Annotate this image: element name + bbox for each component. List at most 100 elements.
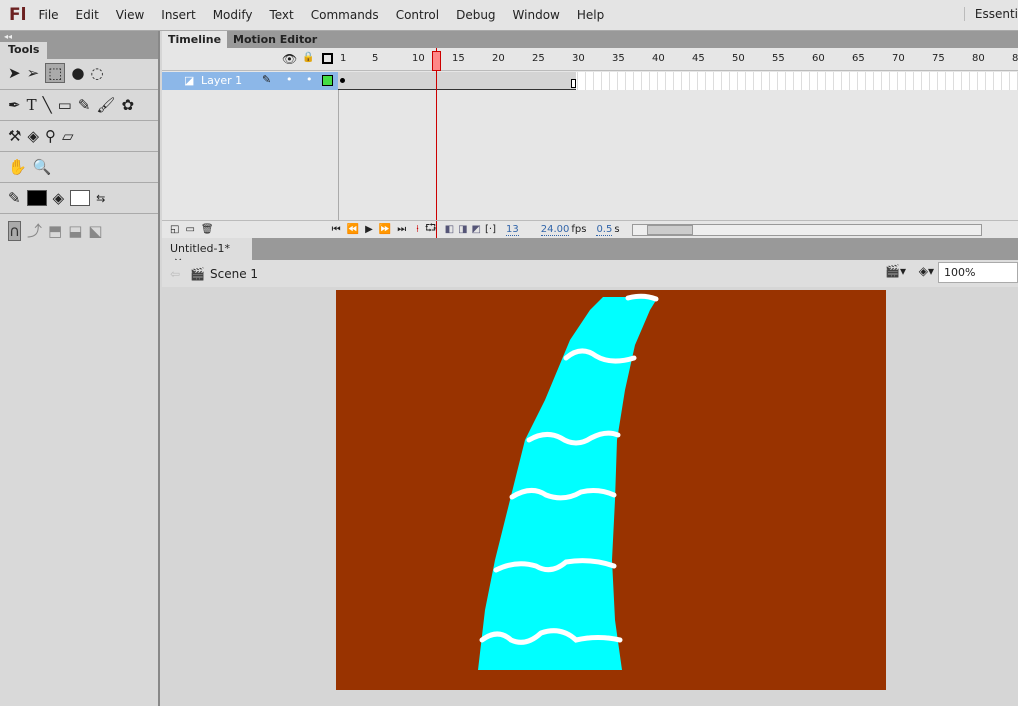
delete-layer-icon[interactable]: 🗑 [201,224,214,235]
center-frame-icon[interactable]: ⍿ [416,224,419,235]
scale-icon[interactable]: ⬕ [88,222,102,240]
time-unit: s [614,224,620,235]
lasso-tool-icon[interactable]: ◌ [90,64,103,82]
selection-tool-icon[interactable]: ➤ [8,64,21,82]
play-icon[interactable]: ▶ [365,224,373,235]
elapsed-time[interactable]: 0.5 [596,224,613,236]
lock-icon[interactable]: 🔒 [302,52,314,63]
menu-help[interactable]: Help [577,8,604,22]
deco-tool-icon[interactable]: ✿ [121,96,134,114]
tab-timeline[interactable]: Timeline [162,31,228,48]
menu-control[interactable]: Control [396,8,439,22]
new-layer-icon[interactable]: ◱ [170,224,179,235]
menu-window[interactable]: Window [513,8,560,22]
onion-markers-icon[interactable]: [·] [485,224,496,235]
pencil-icon: ✎ [262,73,272,86]
timeline-panel: Timeline Motion Editor 👁 🔒 1 5 10 15 20 25 30 3… [162,31,1018,238]
back-arrow-icon[interactable]: ⇦ [170,267,180,281]
lock-dot[interactable]: • [306,73,313,86]
paint-bucket-tool-icon[interactable]: ◈ [27,127,39,145]
frame-number: 85 [1012,53,1018,64]
fps-label: fps [571,224,587,235]
eye-icon[interactable]: 👁 [282,52,297,66]
fill-color-icon: ◈ [52,189,65,207]
onion-skin-icon[interactable]: ◧ [445,224,454,235]
zoom-tool-icon[interactable]: 🔍 [33,158,52,176]
playhead-handle[interactable] [432,51,441,71]
smooth-icon[interactable]: ⤴ [27,220,42,241]
keyframe-span[interactable] [338,72,576,90]
menu-edit[interactable]: Edit [76,8,99,22]
stage[interactable] [336,290,886,690]
new-folder-icon[interactable]: ▭ [185,224,194,235]
current-frame[interactable]: 13 [505,224,519,236]
pencil-tool-icon[interactable]: ✎ [78,96,91,114]
text-tool-icon[interactable]: T [27,96,37,114]
outline-icon[interactable] [322,53,333,64]
keyframe-dot [340,78,345,83]
scene-name: Scene 1 [210,266,259,281]
swap-colors-icon[interactable]: ⇆ [96,192,105,205]
menu-view[interactable]: View [116,8,144,22]
stroke-color-swatch[interactable] [26,190,47,206]
collapse-button[interactable]: ◂◂ [0,31,158,42]
edit-scene-icon[interactable]: 🎬▾ [885,264,906,278]
horizontal-scrollbar[interactable] [631,223,982,236]
frame-number: 55 [772,53,785,64]
menu-file[interactable]: File [38,8,58,22]
layer-row[interactable]: ◪ Layer 1 ✎ • • [162,72,338,90]
brush-tool-icon[interactable]: 🖌 [96,96,115,114]
layer-name: Layer 1 [201,74,243,87]
frame-number: 30 [572,53,585,64]
fill-color-swatch[interactable] [70,190,91,206]
edit-symbols-icon[interactable]: ◈▾ [919,264,934,278]
last-frame-icon[interactable]: ⏭ [397,224,406,235]
next-frame-icon[interactable]: ⏩ [379,224,391,235]
frame-number: 60 [812,53,825,64]
menu-commands[interactable]: Commands [311,8,379,22]
rectangle-tool-icon[interactable]: ▭ [58,96,72,114]
free-transform-tool-icon[interactable]: ⬚ [45,63,66,83]
frame-rate[interactable]: 24.00 [540,224,570,236]
visibility-dot[interactable]: • [286,73,293,86]
eyedropper-tool-icon[interactable]: ⚲ [45,127,56,145]
playhead-line[interactable] [436,48,437,238]
frame-grid[interactable] [338,72,1018,90]
menu-modify[interactable]: Modify [213,8,253,22]
straighten-icon[interactable]: ⬒ [48,222,62,240]
document-tabs: Untitled-1* × [162,238,1018,268]
menu-insert[interactable]: Insert [161,8,195,22]
menu-debug[interactable]: Debug [456,8,495,22]
bone-tool-icon[interactable]: ⚒ [8,127,21,145]
loop-icon[interactable]: ⮔ [425,221,437,238]
first-frame-icon[interactable]: ⏮ [332,224,341,235]
waterfall-drawing [478,293,659,670]
line-tool-icon[interactable]: ╲ [43,96,52,114]
onion-outline-icon[interactable]: ◨ [458,224,467,235]
stroke-color-icon: ✎ [8,189,21,207]
scene-clapper-icon: 🎬 [190,266,206,281]
3d-rotation-tool-icon[interactable]: ● [71,64,84,82]
layer-color-swatch[interactable] [322,75,333,86]
document-tab[interactable]: Untitled-1* × [162,238,252,268]
frame-number: 80 [972,53,985,64]
prev-frame-icon[interactable]: ⏪ [347,224,359,235]
hand-tool-icon[interactable]: ✋ [8,158,27,176]
edit-multiple-icon[interactable]: ◩ [472,224,481,235]
zoom-input[interactable]: 100% [938,262,1018,283]
menu-bar: Fl File Edit View Insert Modify Text Com… [0,0,1018,31]
tools-title: Tools [0,42,48,59]
snap-to-objects-icon[interactable]: ∩ [8,220,21,241]
pen-tool-icon[interactable]: ✒ [8,96,21,114]
tab-motion-editor[interactable]: Motion Editor [227,31,323,48]
workspace-switcher[interactable]: Essenti [963,7,1018,21]
end-frame-marker [571,79,576,88]
waterfall-shape [478,297,658,670]
frame-number: 5 [372,53,379,64]
menu-text[interactable]: Text [269,8,293,22]
rotate-skew-icon[interactable]: ⬓ [68,222,82,240]
subselection-tool-icon[interactable]: ➢ [27,64,40,82]
eraser-tool-icon[interactable]: ▱ [62,127,74,145]
frame-number: 45 [692,53,705,64]
frame-number: 50 [732,53,745,64]
